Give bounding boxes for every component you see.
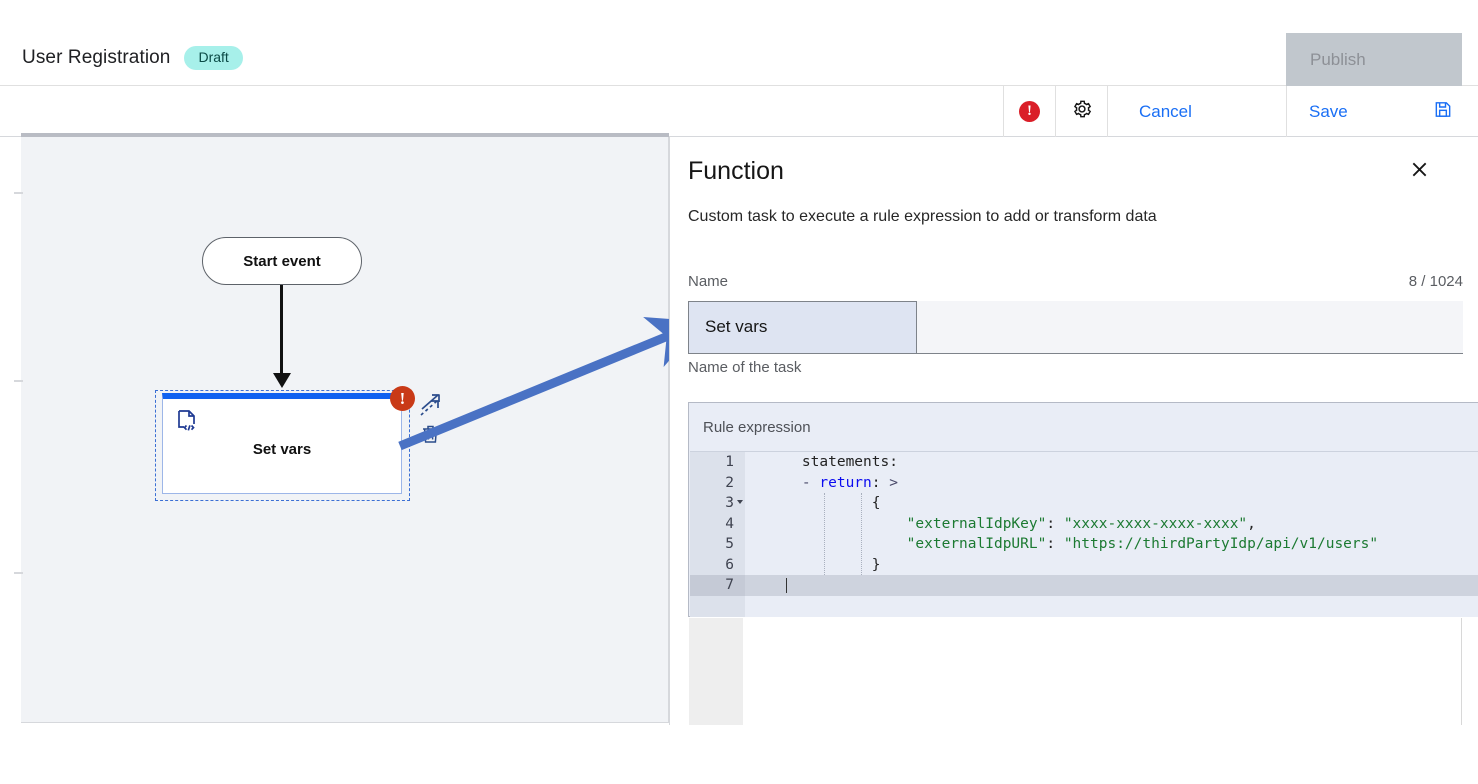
code-token: "xxxx-xxxx-xxxx-xxxx" — [1063, 515, 1248, 532]
code-token: : — [871, 474, 881, 491]
trash-icon[interactable] — [421, 424, 440, 450]
code-token: "externalIdpKey" — [767, 515, 1047, 532]
canvas-edge-tick — [14, 572, 23, 574]
flow-connector-arrow — [273, 285, 291, 388]
publish-button[interactable]: Publish — [1286, 33, 1462, 86]
flow-node-start-event[interactable]: Start event — [202, 237, 362, 285]
flow-canvas[interactable]: Start event Set vars ! — [14, 137, 669, 723]
task-error-badge-icon[interactable]: ! — [390, 386, 415, 411]
panel-title: Function — [688, 157, 784, 185]
save-label: Save — [1309, 101, 1348, 121]
code-line-number: 6 — [725, 556, 734, 573]
code-line[interactable]: statements: — [745, 452, 1478, 473]
text-cursor — [786, 577, 787, 593]
editor-toolbar: ! Cancel Save — [0, 86, 1478, 137]
panel-right-rule — [1461, 618, 1462, 725]
indent-guide — [861, 493, 862, 575]
code-line-numbers: 1 2 34 5 6 7 — [690, 452, 745, 617]
code-line[interactable]: } — [745, 555, 1478, 576]
properties-panel: Function Custom task to execute a rule e… — [669, 137, 1478, 725]
page-title: User Registration — [22, 47, 171, 68]
name-field-counter: 8 / 1024 — [1408, 273, 1463, 290]
code-token: statements: — [767, 454, 898, 470]
code-line-number: 7 — [690, 575, 745, 596]
panel-description: Custom task to execute a rule expression… — [688, 208, 1157, 225]
code-token: > — [880, 474, 898, 491]
code-line[interactable]: - return: > — [745, 473, 1478, 494]
cancel-button[interactable]: Cancel — [1107, 86, 1286, 137]
app-window: User Registration Draft Publish ! Cancel… — [0, 0, 1478, 784]
canvas-edge-tick — [14, 380, 23, 382]
app-header: User Registration Draft Publish — [0, 0, 1478, 86]
code-line[interactable]: "externalIdpURL": "https://thirdPartyIdp… — [745, 534, 1478, 555]
save-button[interactable]: Save — [1286, 86, 1478, 137]
name-input-value: Set vars — [705, 317, 768, 336]
breadcrumb: User Registration Draft — [22, 46, 243, 70]
panel-close-button[interactable] — [1404, 157, 1434, 187]
code-editor-area[interactable]: 1 2 34 5 6 7 statements: - return: > { "exter… — [690, 451, 1478, 617]
editor-below-gutter — [689, 618, 743, 725]
settings-button[interactable] — [1055, 86, 1107, 137]
error-exclamation-icon: ! — [1019, 101, 1040, 122]
name-field-help-text: Name of the task — [688, 359, 802, 376]
code-token: , — [1247, 515, 1256, 532]
gear-icon — [1071, 98, 1093, 125]
code-line-number: 1 — [725, 454, 734, 470]
code-token: : — [1046, 515, 1064, 532]
canvas-edge-tick — [14, 192, 23, 194]
code-token: : — [1046, 536, 1064, 552]
floppy-disk-icon — [1433, 99, 1453, 124]
code-token: return — [819, 474, 872, 491]
connect-arrow-icon[interactable] — [418, 390, 446, 423]
code-token: - — [767, 474, 820, 491]
name-input[interactable]: Set vars — [688, 301, 1463, 354]
name-field-label: Name — [688, 273, 729, 290]
code-line[interactable]: "externalIdpKey": "xxxx-xxxx-xxxx-xxxx", — [745, 514, 1478, 535]
rule-expression-label: Rule expression — [703, 419, 811, 436]
indent-guide — [824, 493, 825, 575]
start-event-label: Start event — [243, 252, 321, 270]
code-line-number: 2 — [725, 474, 734, 491]
code-line[interactable] — [745, 575, 1478, 596]
rule-expression-editor[interactable]: Rule expression 1 2 34 5 6 7 statements: - re… — [688, 402, 1478, 617]
status-badge: Draft — [184, 46, 243, 70]
code-document-icon — [177, 409, 197, 438]
code-line[interactable]: { — [745, 493, 1478, 514]
name-field-header: Name 8 / 1024 — [688, 273, 1463, 290]
code-line-number: 3 — [690, 493, 745, 514]
fold-caret-icon[interactable] — [737, 500, 743, 504]
cancel-label: Cancel — [1139, 101, 1192, 121]
flow-node-set-vars[interactable]: Set vars — [162, 393, 402, 494]
code-content[interactable]: statements: - return: > { "externalIdpKe… — [745, 452, 1478, 617]
validation-error-button[interactable]: ! — [1003, 86, 1055, 137]
code-token: "https://thirdPartyIdp/api/v1/users" — [1063, 536, 1379, 552]
task-node-label: Set vars — [252, 441, 312, 458]
code-line-number: 4 — [725, 515, 734, 532]
code-token: "externalIdpURL" — [767, 536, 1047, 552]
code-line-number: 5 — [725, 536, 734, 552]
close-icon — [1410, 160, 1429, 184]
